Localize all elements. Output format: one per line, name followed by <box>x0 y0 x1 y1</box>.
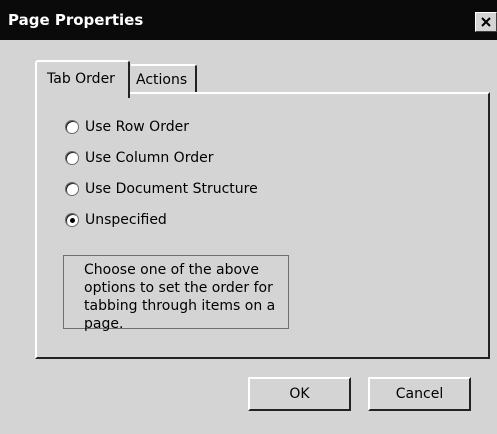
tab-actions[interactable]: Actions <box>131 64 197 92</box>
radio-label: Use Row Order <box>85 119 189 135</box>
radio-button[interactable] <box>65 213 79 227</box>
radio-button[interactable] <box>65 120 79 134</box>
tab-tab-order[interactable]: Tab Order <box>35 60 130 98</box>
page-properties-dialog: Page Properties Tab Order Actions Use Ro… <box>0 0 497 434</box>
radio-label: Unspecified <box>85 212 167 228</box>
radio-selected-dot <box>70 218 75 223</box>
radio-button[interactable] <box>65 182 79 196</box>
ok-button[interactable]: OK <box>248 377 351 411</box>
radio-label: Use Column Order <box>85 150 214 166</box>
cancel-button[interactable]: Cancel <box>368 377 471 411</box>
description-box: Choose one of the above options to set t… <box>63 255 289 332</box>
tab-tab-order-label: Tab Order <box>47 71 115 87</box>
close-button[interactable] <box>475 12 497 32</box>
radio-button[interactable] <box>65 151 79 165</box>
dialog-title: Page Properties <box>8 11 144 29</box>
radio-label: Use Document Structure <box>85 181 258 197</box>
tab-actions-label: Actions <box>136 72 188 88</box>
description-text: Choose one of the above options to set t… <box>84 262 276 332</box>
close-icon <box>481 17 491 27</box>
title-bar[interactable]: Page Properties <box>0 0 497 40</box>
